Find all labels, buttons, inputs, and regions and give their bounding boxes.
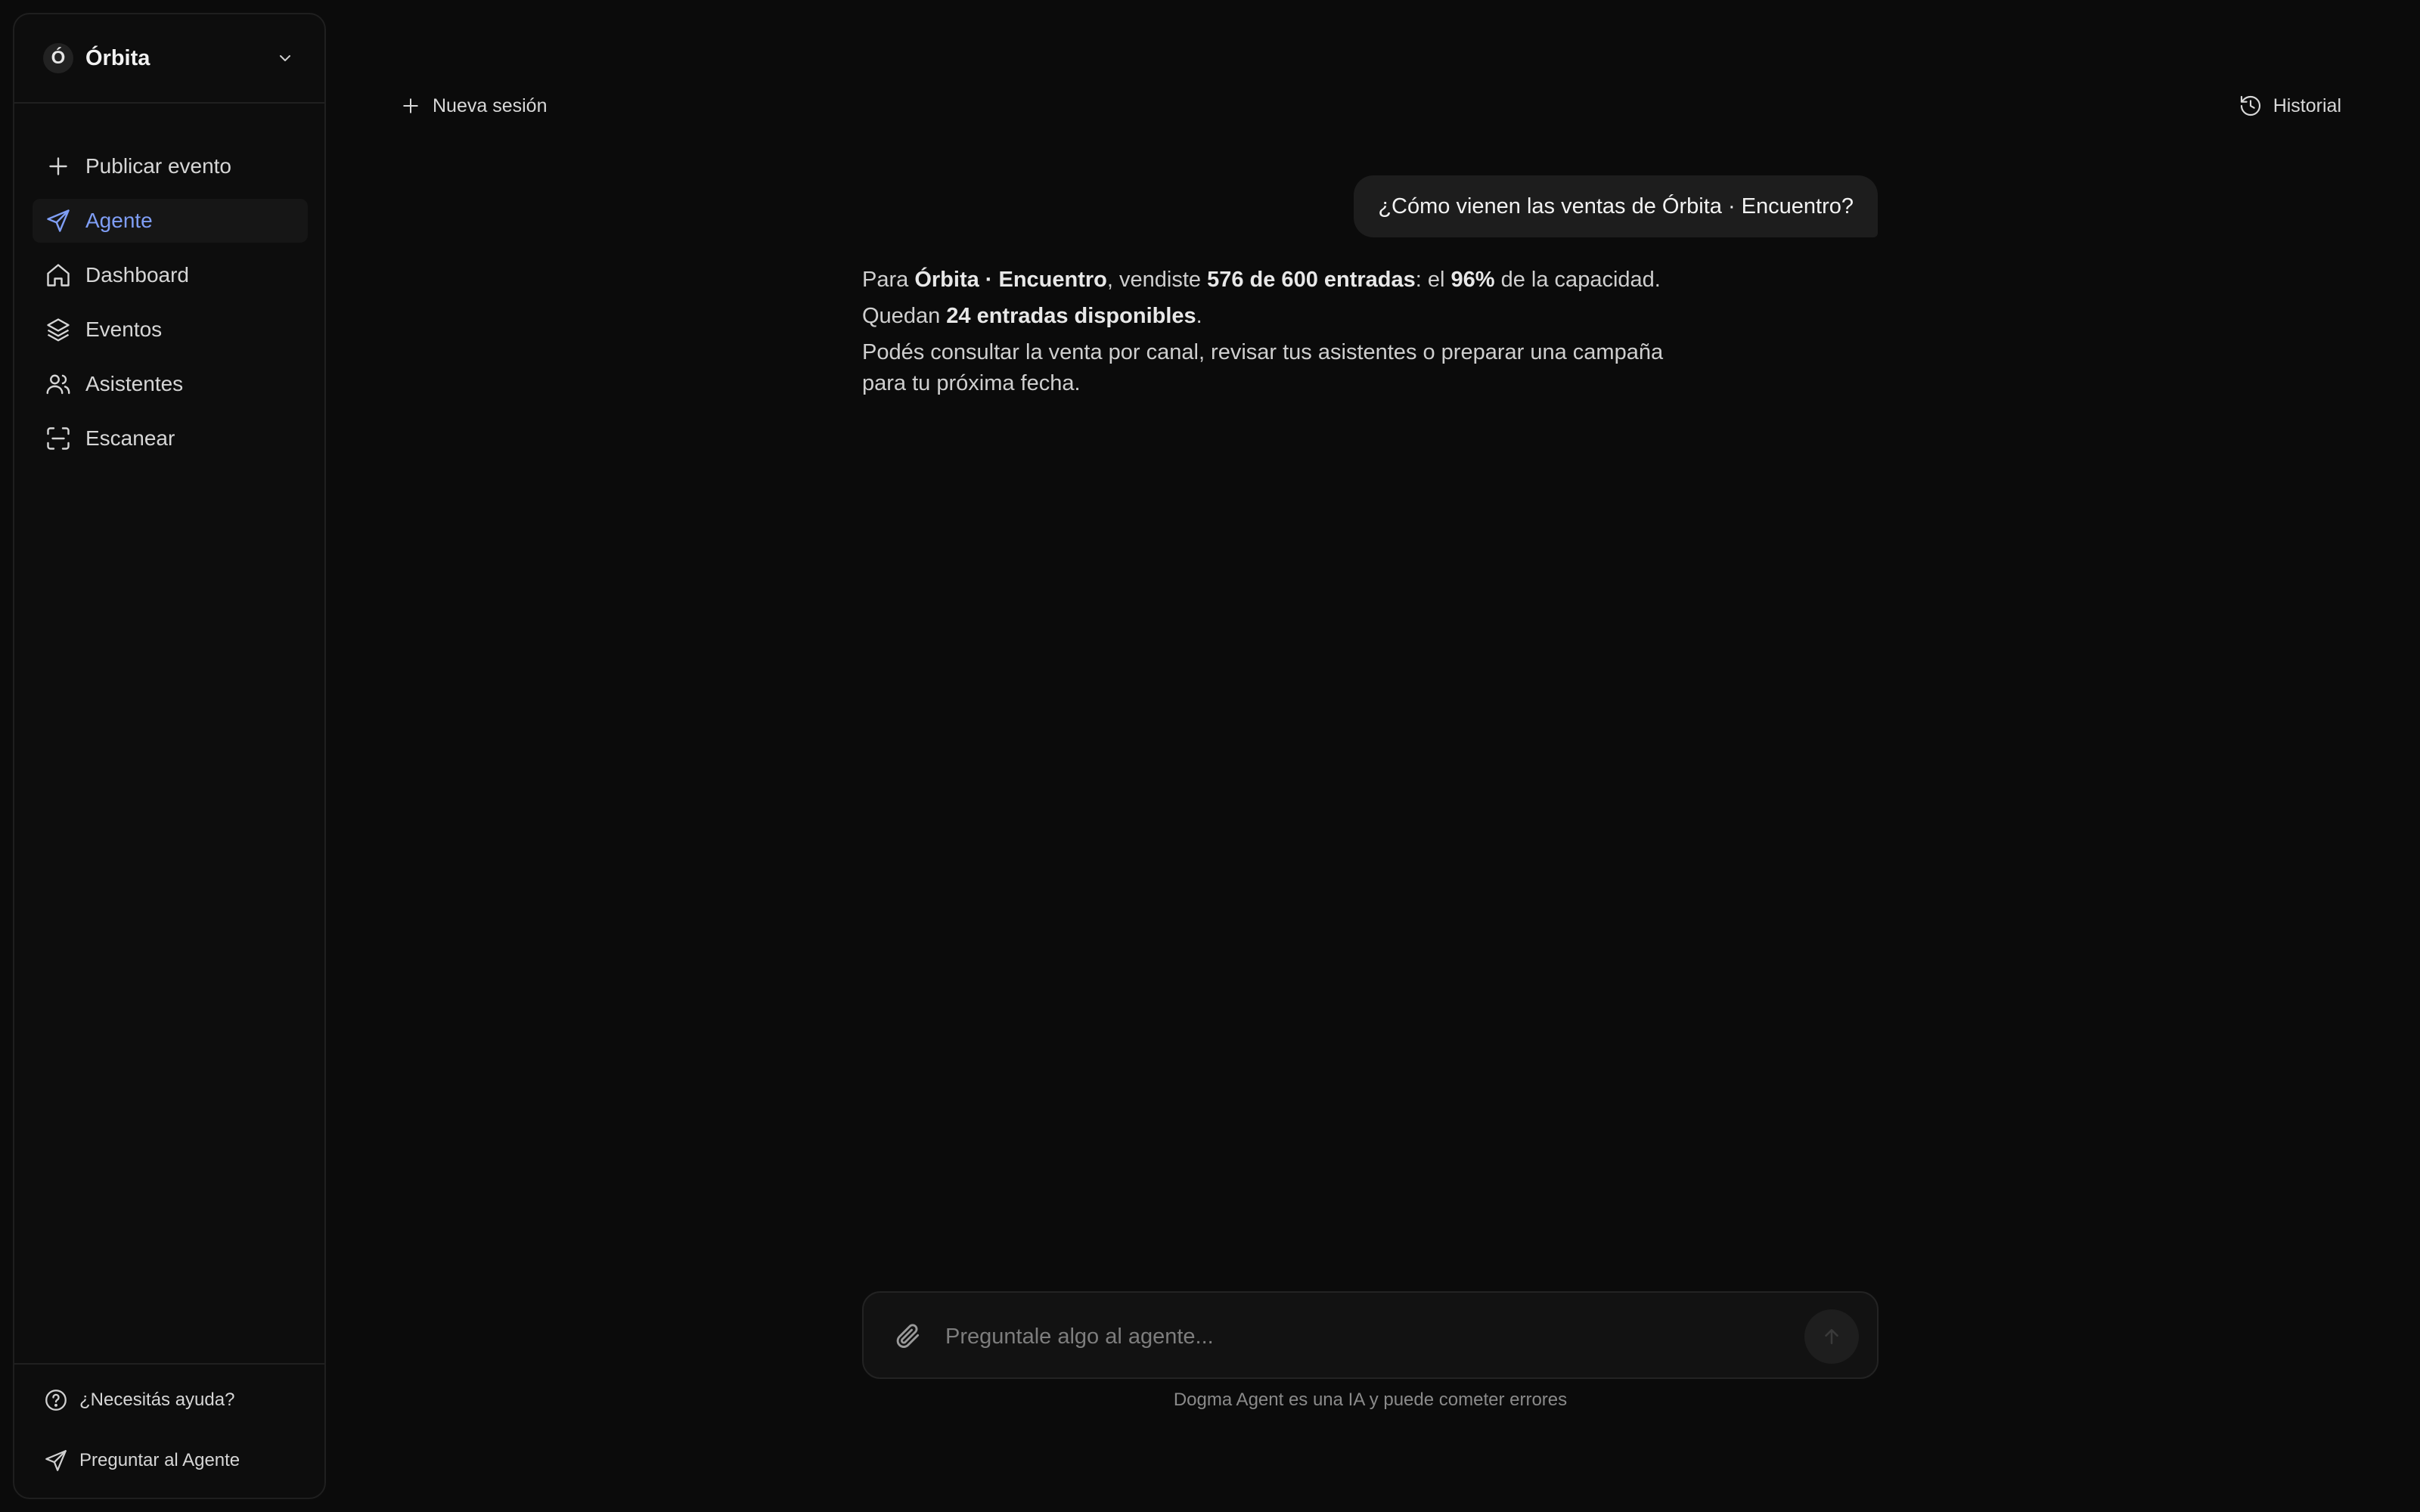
- sidebar-item-label: Escanear: [85, 426, 175, 450]
- assistant-line-1: Para Órbita · Encuentro, vendiste 576 de…: [862, 265, 1709, 296]
- arrow-up-icon: [1825, 1329, 1838, 1344]
- users-icon: [46, 374, 70, 395]
- help-link[interactable]: ¿Necesitás ayuda?: [43, 1387, 234, 1413]
- app-root: Ó Órbita Publicar evento Agente Dashboar…: [0, 0, 2420, 1512]
- layers-icon: [47, 318, 70, 342]
- sidebar-nav: Publicar evento Agente Dashboard Eventos…: [33, 144, 308, 471]
- sidebar-item-label: Asistentes: [85, 372, 184, 395]
- sidebar-item-escanear[interactable]: Escanear: [33, 417, 308, 460]
- assistant-capacity-percent: 96%: [1450, 268, 1495, 292]
- message-input[interactable]: [945, 1314, 1702, 1359]
- help-circle-icon: [45, 1390, 67, 1411]
- new-session-label: Nueva sesión: [433, 94, 548, 116]
- history-button[interactable]: Historial: [2238, 91, 2341, 121]
- help-label: ¿Necesitás ayuda?: [79, 1390, 235, 1410]
- chevron-down-icon: [280, 55, 290, 61]
- ai-disclaimer: Dogma Agent es una IA y puede cometer er…: [1173, 1390, 1568, 1410]
- assistant-text: de la capacidad.: [1494, 268, 1661, 292]
- assistant-text: , vendiste: [1106, 268, 1208, 292]
- sidebar-item-label: Dashboard: [85, 263, 189, 287]
- history-icon: [2240, 95, 2260, 116]
- user-message-text: ¿Cómo vienen las ventas de Órbita · Encu…: [1378, 194, 1854, 218]
- sidebar-footer: ¿Necesitás ayuda? Preguntar al Agente: [14, 1363, 324, 1498]
- assistant-message: Para Órbita · Encuentro, vendiste 576 de…: [862, 265, 1709, 404]
- ask-agent-link[interactable]: Preguntar al Agente: [43, 1448, 240, 1473]
- assistant-text: : el: [1415, 268, 1451, 292]
- assistant-remaining-count: 24 entradas disponibles: [946, 304, 1196, 328]
- sidebar-item-label: Publicar evento: [85, 154, 232, 178]
- user-message-bubble: ¿Cómo vienen las ventas de Órbita · Encu…: [1354, 175, 1878, 237]
- home-icon: [47, 264, 70, 287]
- assistant-text: Para: [862, 268, 915, 292]
- workspace-name: Órbita: [85, 45, 150, 70]
- paperclip-icon[interactable]: [894, 1321, 923, 1350]
- sidebar-item-dashboard[interactable]: Dashboard: [33, 253, 308, 297]
- send-icon: [45, 1450, 67, 1471]
- assistant-line-2: Quedan 24 entradas disponibles.: [862, 301, 1709, 332]
- sidebar-item-eventos[interactable]: Eventos: [33, 308, 308, 352]
- sidebar-item-publicar-evento[interactable]: Publicar evento: [33, 144, 308, 188]
- new-session-button[interactable]: Nueva sesión: [399, 91, 547, 121]
- workspace-switcher[interactable]: Ó Órbita: [14, 14, 324, 104]
- send-button[interactable]: [1804, 1309, 1859, 1364]
- plus-icon: [403, 98, 418, 113]
- send-icon: [47, 209, 70, 232]
- sidebar-item-asistentes[interactable]: Asistentes: [33, 362, 308, 406]
- sidebar-item-agente[interactable]: Agente: [33, 199, 308, 243]
- history-label: Historial: [2273, 94, 2341, 116]
- plus-icon: [49, 157, 67, 175]
- scan-icon: [47, 427, 70, 450]
- assistant-text: .: [1196, 304, 1202, 328]
- assistant-event-name: Órbita · Encuentro: [914, 268, 1107, 292]
- workspace-avatar: Ó: [43, 43, 73, 73]
- assistant-text: Quedan: [862, 304, 947, 328]
- assistant-line-3: Podés consultar la venta por canal, revi…: [862, 340, 1664, 395]
- sidebar-item-label: Agente: [85, 209, 153, 232]
- ask-agent-label: Preguntar al Agente: [79, 1450, 240, 1470]
- sidebar: Ó Órbita Publicar evento Agente Dashboar…: [13, 13, 326, 1499]
- sidebar-item-label: Eventos: [85, 318, 163, 341]
- message-composer: [862, 1291, 1879, 1379]
- assistant-sold-count: 576 de 600 entradas: [1207, 268, 1416, 292]
